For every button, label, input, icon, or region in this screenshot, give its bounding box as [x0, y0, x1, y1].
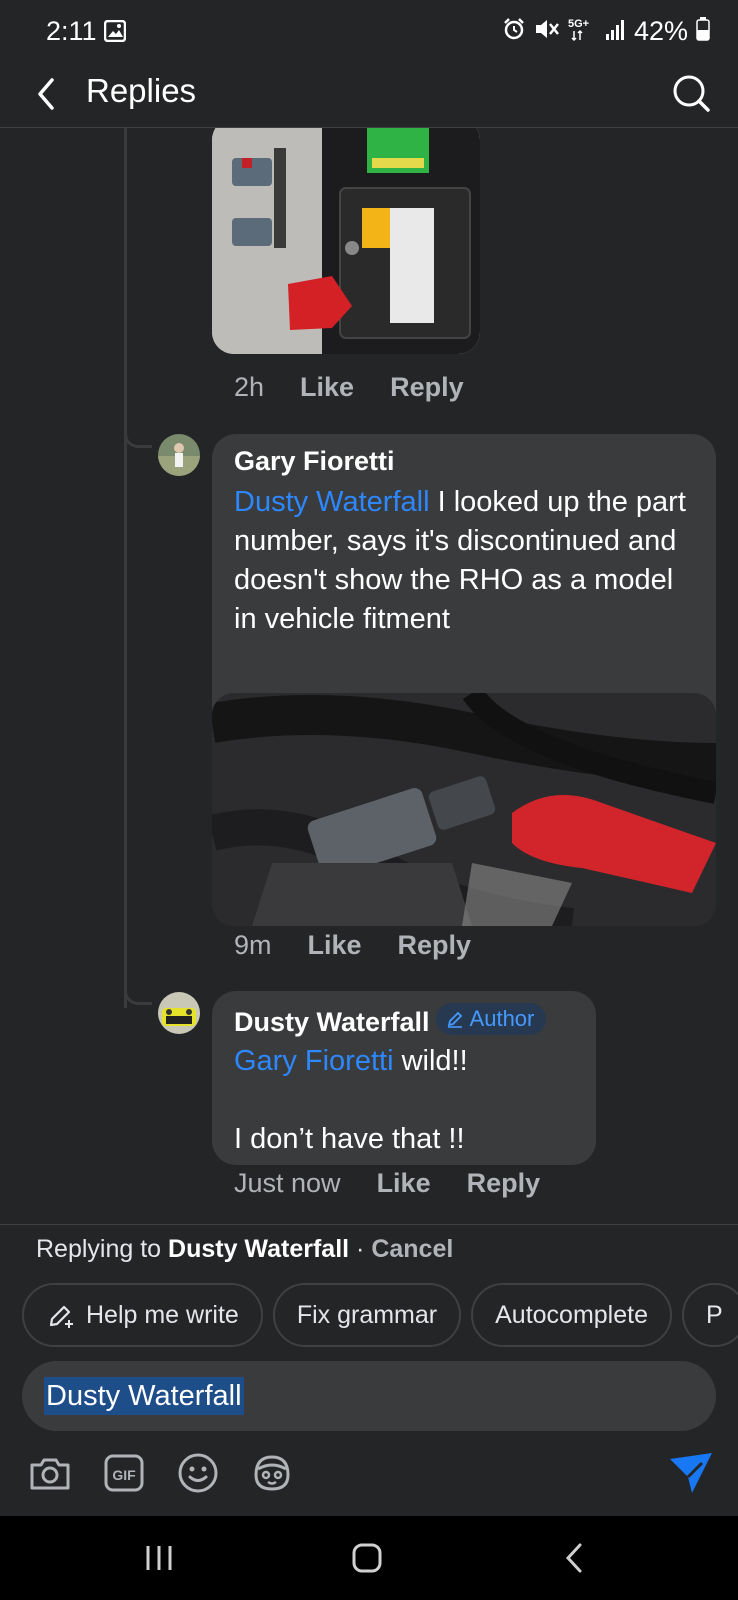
page-title: Replies — [86, 72, 197, 109]
comment-text-line: I don’t have that !! — [234, 1123, 465, 1155]
signal-icon — [605, 18, 626, 45]
comment-time: 2h — [234, 372, 265, 402]
home-icon[interactable] — [350, 1542, 384, 1579]
back-arrow-icon[interactable] — [28, 74, 68, 114]
chip-label: Fix grammar — [296, 1300, 438, 1329]
nav-back-icon[interactable] — [560, 1542, 590, 1579]
comment-meta: 9m Like Reply — [234, 930, 471, 961]
author-badge: Author — [435, 1003, 547, 1035]
autocomplete-chip[interactable]: Autocomplete — [471, 1283, 672, 1347]
status-bar: 2:11 5G+ 42% — [0, 0, 738, 62]
reply-composer: Replying to Dusty Waterfall · Cancel Hel… — [0, 1224, 738, 1516]
reply-button[interactable]: Reply — [398, 930, 472, 961]
replying-name: Dusty Waterfall — [168, 1235, 350, 1263]
pencil-sparkle-icon — [49, 1305, 73, 1328]
reply-button[interactable]: Reply — [390, 372, 464, 403]
comment-body: wild!! — [393, 1045, 468, 1077]
search-icon[interactable] — [670, 72, 712, 114]
mention-link[interactable]: Gary Fioretti — [234, 1045, 394, 1077]
pencil-icon — [447, 1011, 462, 1028]
mention-link[interactable]: Dusty Waterfall — [234, 486, 430, 518]
send-icon[interactable] — [668, 1451, 714, 1495]
mute-icon — [534, 17, 560, 46]
like-button[interactable]: Like — [308, 930, 362, 961]
comment-text: Gary Fioretti wild!! — [234, 1042, 574, 1081]
comment-time: 9m — [234, 930, 272, 960]
replying-to-bar: Replying to Dusty Waterfall · Cancel — [36, 1235, 453, 1264]
reply-button[interactable]: Reply — [467, 1168, 541, 1199]
comment-photo-battery[interactable] — [212, 128, 480, 354]
chip-label: Autocomplete — [495, 1300, 648, 1329]
more-chip[interactable]: P — [682, 1283, 738, 1347]
comment-thread: 2h Like Reply Gary Fioretti Dusty Waterf… — [0, 128, 738, 1224]
system-nav-bar — [0, 1516, 738, 1600]
comment-bubble[interactable]: Dusty Waterfall Author Gary Fioretti wild… — [212, 991, 596, 1165]
comment-author[interactable]: Dusty Waterfall — [234, 1007, 430, 1037]
ai-suggestion-chips: Help me write Fix grammar Autocomplete P — [22, 1283, 738, 1347]
comment-input[interactable]: Dusty Waterfall — [22, 1361, 716, 1431]
header: Replies — [0, 62, 738, 128]
avatar[interactable] — [158, 434, 200, 476]
like-button[interactable]: Like — [300, 372, 354, 403]
replying-separator: · — [349, 1235, 372, 1263]
thread-branch — [124, 985, 152, 1005]
recent-apps-icon[interactable] — [142, 1542, 176, 1579]
camera-icon[interactable] — [28, 1451, 72, 1495]
svg-text:5G+: 5G+ — [568, 18, 589, 30]
chip-label: P — [706, 1300, 723, 1329]
thread-line — [124, 128, 127, 1008]
composer-toolbar: GIF — [28, 1451, 294, 1495]
status-time: 2:11 — [46, 16, 97, 46]
comment-photo-terminal[interactable] — [212, 693, 716, 926]
avatar-sticker-icon[interactable] — [250, 1451, 294, 1495]
alarm-icon — [502, 17, 526, 46]
comment-input-value[interactable]: Dusty Waterfall — [44, 1377, 244, 1415]
comment-author-row: Dusty Waterfall Author — [234, 1003, 574, 1038]
comment-author[interactable]: Gary Fioretti — [234, 446, 694, 477]
network-5g-icon: 5G+ — [568, 16, 598, 47]
comment-time: Just now — [234, 1168, 341, 1198]
replying-prefix: Replying to — [36, 1235, 169, 1263]
comment-text: Dusty Waterfall I looked up the part num… — [234, 483, 694, 639]
svg-text:GIF: GIF — [112, 1467, 136, 1483]
comment-meta: 2h Like Reply — [234, 372, 464, 403]
status-icons: 5G+ 42% — [502, 16, 710, 47]
help-me-write-chip[interactable]: Help me write — [22, 1283, 263, 1347]
chip-label: Help me write — [86, 1300, 239, 1329]
like-button[interactable]: Like — [377, 1168, 431, 1199]
gif-icon[interactable]: GIF — [102, 1451, 146, 1495]
gallery-notification-icon — [103, 19, 127, 47]
cancel-reply-button[interactable]: Cancel — [371, 1235, 453, 1263]
battery-percent: 42% — [633, 16, 688, 46]
comment-meta: Just now Like Reply — [234, 1168, 540, 1199]
thread-branch — [124, 428, 152, 448]
battery-icon — [696, 17, 710, 46]
emoji-icon[interactable] — [176, 1451, 220, 1495]
avatar[interactable] — [158, 992, 200, 1034]
author-badge-label: Author — [469, 1006, 535, 1031]
fix-grammar-chip[interactable]: Fix grammar — [272, 1283, 462, 1347]
